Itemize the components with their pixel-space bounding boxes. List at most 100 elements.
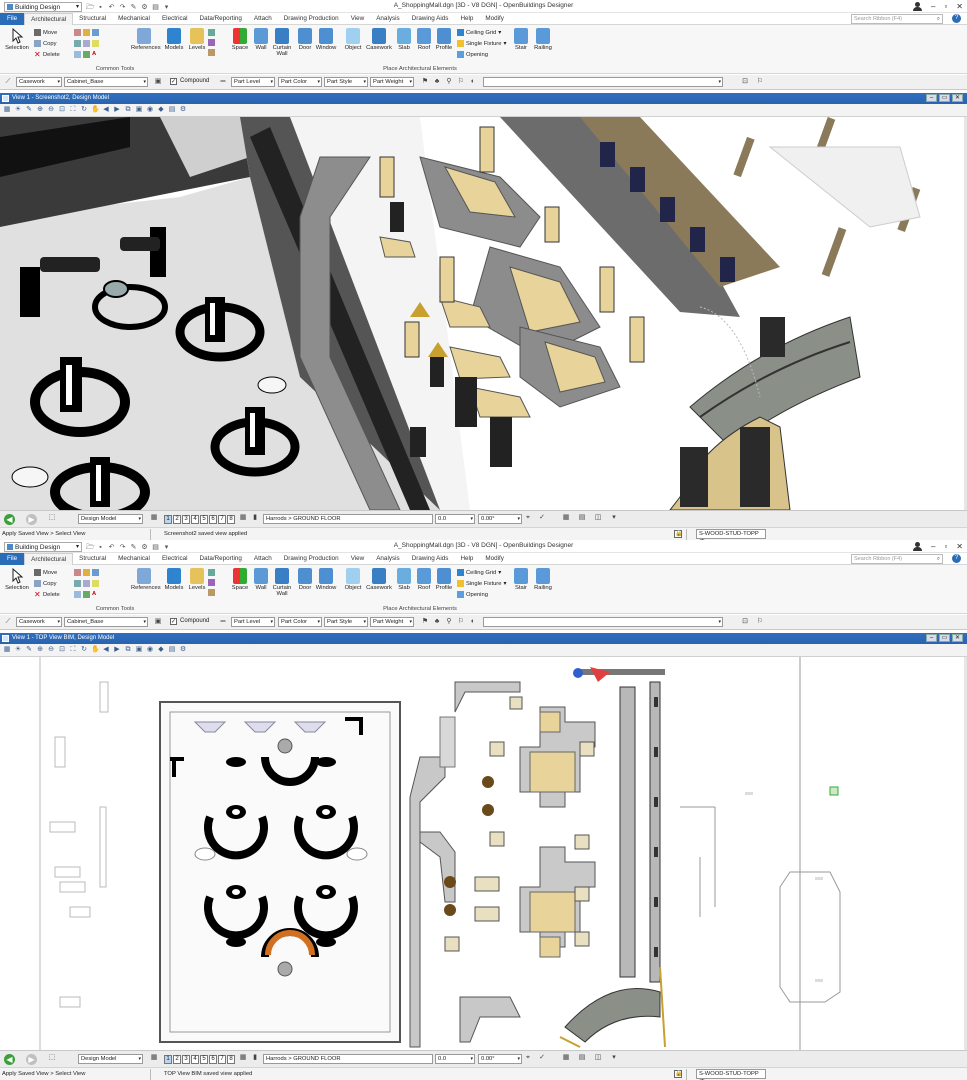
view-toggle-5[interactable]: 5: [200, 1055, 208, 1064]
part-color-combo[interactable]: Part Color ▾: [278, 617, 322, 627]
view-options-icon[interactable]: ▾: [610, 1054, 618, 1062]
view-groups-icon[interactable]: ▦: [150, 514, 158, 522]
toggle-icon[interactable]: ◐: [469, 78, 477, 86]
object-button[interactable]: Object: [340, 28, 366, 51]
help-icon[interactable]: ?: [952, 554, 961, 563]
part-combo[interactable]: Cabinet_Base ▾: [64, 617, 148, 627]
tab-analysis[interactable]: Analysis: [370, 13, 405, 25]
view-toggle-2[interactable]: 2: [173, 1055, 181, 1064]
copy-view-icon[interactable]: ⧉: [124, 106, 132, 114]
part-weight-combo[interactable]: Part Weight ▾: [370, 617, 414, 627]
tab-drawing-aids[interactable]: Drawing Aids: [406, 553, 455, 565]
copy-button[interactable]: Copy: [34, 40, 57, 47]
delete-button[interactable]: ✕ Delete: [34, 51, 60, 59]
family-combo[interactable]: Casework ▾: [16, 617, 62, 627]
view-settings-icon[interactable]: ⚙: [179, 646, 187, 654]
minimize-button[interactable]: –: [931, 0, 935, 13]
filter-icon[interactable]: ⚐: [457, 78, 465, 86]
references-button[interactable]: References: [131, 28, 161, 51]
tab-help[interactable]: Help: [454, 553, 479, 565]
levels-button[interactable]: Levels: [184, 28, 210, 51]
zoom-in-icon[interactable]: ⊕: [36, 646, 44, 654]
floor-combo[interactable]: Harrods > GROUND FLOOR: [263, 514, 433, 524]
render-icon[interactable]: ◆: [157, 106, 165, 114]
user-icon[interactable]: [913, 2, 922, 11]
rotate-view-icon[interactable]: ↻: [80, 106, 88, 114]
pan-icon[interactable]: ✋: [91, 106, 100, 114]
view-toggle-8[interactable]: 8: [227, 1055, 235, 1064]
draw-tools-row1[interactable]: [74, 569, 99, 576]
opening-button[interactable]: Opening: [457, 51, 488, 58]
railing-button[interactable]: Railing: [530, 568, 556, 591]
family-combo[interactable]: Casework ▾: [16, 77, 62, 87]
view-toggle-2[interactable]: 2: [173, 515, 181, 524]
tab-view[interactable]: View: [345, 553, 371, 565]
accudraw-icon[interactable]: ⊡: [741, 618, 749, 626]
copy-button[interactable]: Copy: [34, 580, 57, 587]
part-weight-combo[interactable]: Part Weight ▾: [370, 77, 414, 87]
tab-electrical[interactable]: Electrical: [156, 553, 194, 565]
tab-help[interactable]: Help: [454, 13, 479, 25]
levels-display-icon[interactable]: ◫: [594, 514, 602, 522]
pan-icon[interactable]: ✋: [91, 646, 100, 654]
camera-icon[interactable]: ◉: [146, 106, 154, 114]
casework-button[interactable]: Casework: [366, 28, 392, 51]
tab-drawing-production[interactable]: Drawing Production: [278, 553, 345, 565]
view-groups-icon[interactable]: ▦: [150, 1054, 158, 1062]
part-style-combo[interactable]: Part Style ▾: [324, 617, 368, 627]
group-icon[interactable]: ♣: [433, 618, 441, 626]
part-style-combo[interactable]: Part Style ▾: [324, 77, 368, 87]
library-icon[interactable]: ▣: [154, 78, 162, 86]
levels-display-icon[interactable]: ◫: [594, 1054, 602, 1062]
toggle-icon[interactable]: ◐: [469, 618, 477, 626]
lock-icon[interactable]: 🔒: [674, 1070, 682, 1078]
view-toggle-4[interactable]: 4: [191, 1055, 199, 1064]
tab-attach[interactable]: Attach: [248, 553, 278, 565]
tab-structural[interactable]: Structural: [73, 553, 112, 565]
tab-drawing-aids[interactable]: Drawing Aids: [406, 13, 455, 25]
active-level-field[interactable]: S-WOOD-STUD-TOPP (T: [696, 529, 766, 540]
user-icon[interactable]: [913, 542, 922, 551]
railing-button[interactable]: Railing: [530, 28, 556, 51]
view-toggle-1[interactable]: 1: [164, 1055, 172, 1064]
maximize-button[interactable]: ▫: [944, 0, 947, 13]
display-style-icon[interactable]: ☀: [14, 106, 22, 114]
grid-icon[interactable]: ▦: [239, 1054, 247, 1062]
tab-view[interactable]: View: [345, 13, 371, 25]
view-previous-icon[interactable]: ◀: [102, 646, 110, 654]
part-level-combo[interactable]: Part Level ▾: [231, 77, 275, 87]
view-top-viewport[interactable]: [0, 657, 964, 1050]
update-icon[interactable]: ✎: [25, 106, 33, 114]
window-button[interactable]: Window: [313, 568, 339, 591]
part-level-combo[interactable]: Part Level ▾: [231, 617, 275, 627]
tab-architectural[interactable]: Architectural: [24, 12, 74, 25]
draw-tools-row1[interactable]: [74, 29, 99, 36]
view-minimize-button[interactable]: –: [926, 94, 937, 102]
zoom-in-icon[interactable]: ⊕: [36, 106, 44, 114]
view-toggle-6[interactable]: 6: [209, 515, 217, 524]
elevation-field[interactable]: 0.0 ▾: [435, 514, 475, 524]
search-ribbon-input[interactable]: Search Ribbon (F4) ⌕: [851, 14, 943, 24]
filter-icon[interactable]: ⚐: [457, 618, 465, 626]
profile-button[interactable]: Profile: [431, 568, 457, 591]
part-combo[interactable]: Cabinet_Base ▾: [64, 77, 148, 87]
weight-icon[interactable]: ═: [219, 78, 227, 86]
tab-data-reporting[interactable]: Data/Reporting: [194, 13, 248, 25]
single-fixture-button[interactable]: Single Fixture ▾: [457, 580, 506, 587]
compound-checkbox[interactable]: ✓: [170, 618, 177, 625]
angle-field[interactable]: 0.00° ▾: [478, 1054, 522, 1064]
snap-icon[interactable]: ⚐: [756, 618, 764, 626]
render-icon[interactable]: ◆: [157, 646, 165, 654]
tab-structural[interactable]: Structural: [73, 13, 112, 25]
close-button[interactable]: ✕: [956, 0, 963, 13]
group-icon[interactable]: ♣: [433, 78, 441, 86]
model-icon[interactable]: ⬚: [48, 1054, 56, 1062]
weight-icon[interactable]: ═: [219, 618, 227, 626]
window-area-icon[interactable]: ⊡: [58, 646, 66, 654]
view-toggle-1[interactable]: 1: [164, 515, 172, 524]
tab-data-reporting[interactable]: Data/Reporting: [194, 553, 248, 565]
view-toggle-3[interactable]: 3: [182, 515, 190, 524]
accudraw-icon[interactable]: ⊡: [741, 78, 749, 86]
casework-button[interactable]: Casework: [366, 568, 392, 591]
floor-icon[interactable]: ▮: [251, 514, 259, 522]
